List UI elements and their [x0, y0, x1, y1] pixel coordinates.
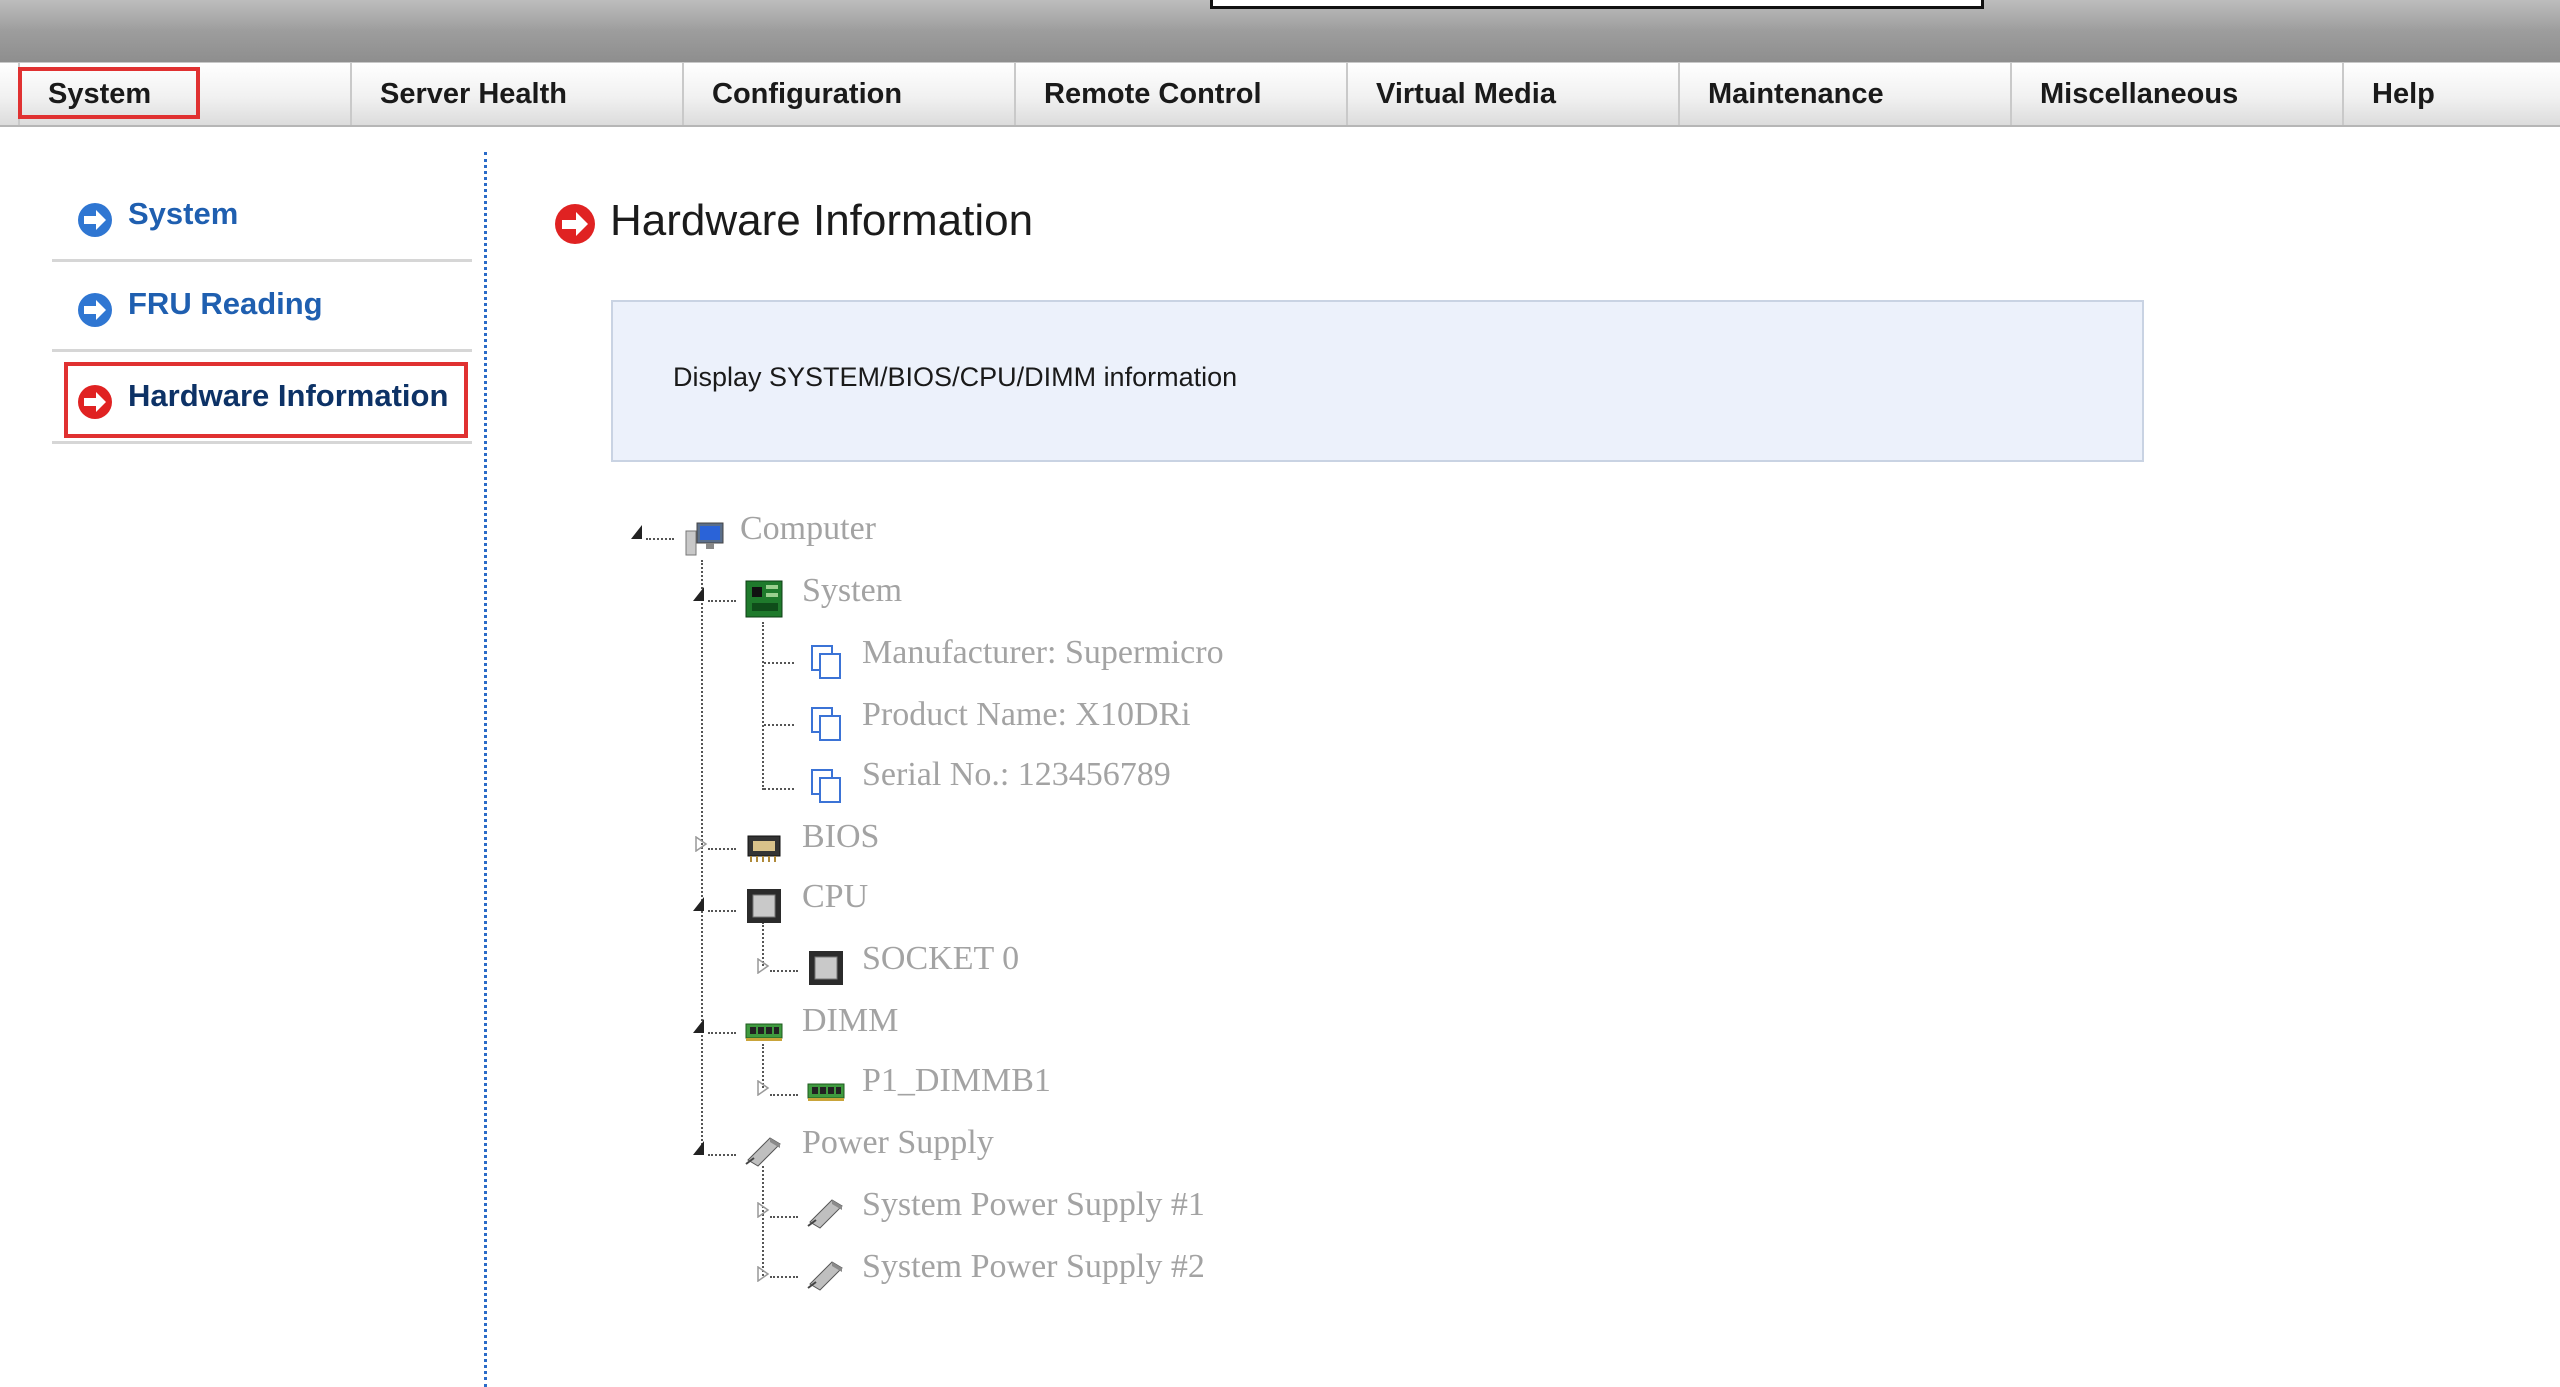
motherboard-icon: [745, 580, 783, 618]
menu-label: Virtual Media: [1376, 78, 1556, 110]
memory-module-icon: [807, 1083, 845, 1101]
tree-node-system[interactable]: System: [802, 572, 902, 610]
collapse-expander[interactable]: [692, 896, 706, 912]
tree-connector: [708, 1032, 736, 1034]
tree-node-bios[interactable]: BIOS: [802, 818, 879, 856]
document-icon: [811, 707, 841, 741]
main-menu-bar: System Server Health Configuration Remot…: [0, 62, 2560, 127]
description-panel: Display SYSTEM/BIOS/CPU/DIMM information: [611, 300, 2144, 462]
menu-label: Remote Control: [1044, 78, 1262, 110]
arrow-right-circle-icon: [78, 203, 112, 237]
tree-node-socket-0[interactable]: SOCKET 0: [862, 940, 1019, 978]
tree-connector: [770, 1094, 798, 1096]
menu-virtual-media[interactable]: Virtual Media: [1346, 63, 1678, 125]
tree-node-manufacturer[interactable]: Manufacturer: Supermicro: [862, 634, 1224, 672]
bios-chip-icon: [747, 835, 781, 862]
document-icon: [811, 645, 841, 679]
expand-expander[interactable]: [756, 957, 770, 975]
top-bar: [0, 0, 2560, 62]
tree-node-computer[interactable]: Computer: [740, 510, 876, 548]
tree-node-product-name[interactable]: Product Name: X10DRi: [862, 696, 1191, 734]
tree-connector: [762, 1166, 764, 1276]
expand-expander[interactable]: [756, 1201, 770, 1219]
menu-label: Help: [2372, 78, 2435, 110]
tree-node-dimm[interactable]: DIMM: [802, 1002, 898, 1040]
tree-connector: [708, 848, 736, 850]
expand-expander[interactable]: [756, 1265, 770, 1283]
power-supply-icon: [745, 1137, 781, 1167]
sidebar-item-label: System: [128, 196, 239, 231]
arrow-right-circle-icon: [555, 204, 595, 244]
document-icon: [811, 769, 841, 803]
cpu-icon: [747, 889, 781, 923]
tree-connector: [770, 1216, 798, 1218]
tree-connector: [762, 622, 764, 790]
power-supply-icon: [807, 1199, 843, 1229]
tree-connector: [701, 560, 703, 1148]
tree-connector: [770, 970, 798, 972]
menu-label: Server Health: [380, 78, 567, 110]
collapse-expander[interactable]: [692, 1018, 706, 1034]
selection-highlight: [64, 362, 468, 438]
menu-configuration[interactable]: Configuration: [682, 63, 1014, 125]
menu-label: Configuration: [712, 78, 903, 110]
sidebar-item-fru-reading[interactable]: FRU Reading: [52, 262, 472, 352]
menu-miscellaneous[interactable]: Miscellaneous: [2010, 63, 2342, 125]
tree-connector: [770, 1276, 798, 1278]
menu-server-health[interactable]: Server Health: [350, 63, 682, 125]
tree-node-p1-dimmb1[interactable]: P1_DIMMB1: [862, 1062, 1051, 1100]
menu-system[interactable]: System: [18, 63, 350, 125]
top-input-field[interactable]: [1210, 0, 1984, 9]
tree-connector: [764, 788, 794, 790]
menu-label: Miscellaneous: [2040, 78, 2239, 110]
cpu-icon: [809, 951, 843, 985]
tree-connector: [764, 724, 794, 726]
arrow-right-circle-icon: [78, 293, 112, 327]
tree-node-psu-1[interactable]: System Power Supply #1: [862, 1186, 1205, 1224]
collapse-expander[interactable]: [630, 524, 644, 540]
power-supply-icon: [807, 1261, 843, 1291]
collapse-expander[interactable]: [692, 586, 706, 602]
sidebar-item-label: FRU Reading: [128, 286, 323, 321]
menu-label: Maintenance: [1708, 78, 1884, 110]
tree-connector: [708, 1154, 736, 1156]
tree-node-power-supply[interactable]: Power Supply: [802, 1124, 994, 1162]
tree-connector: [708, 910, 736, 912]
menu-help[interactable]: Help: [2342, 63, 2560, 125]
tree-connector: [646, 538, 674, 540]
collapse-expander[interactable]: [692, 1140, 706, 1156]
description-text: Display SYSTEM/BIOS/CPU/DIMM information: [673, 362, 1238, 392]
memory-module-icon: [745, 1023, 783, 1041]
expand-expander[interactable]: [756, 1079, 770, 1097]
tree-node-cpu[interactable]: CPU: [802, 878, 868, 916]
tree-connector: [708, 600, 736, 602]
tree-node-psu-2[interactable]: System Power Supply #2: [862, 1248, 1205, 1286]
menu-label: System: [48, 78, 152, 110]
page-title: Hardware Information: [610, 196, 1034, 245]
menu-maintenance[interactable]: Maintenance: [1678, 63, 2010, 125]
sidebar-item-system[interactable]: System: [52, 172, 472, 262]
tree-node-serial-no[interactable]: Serial No.: 123456789: [862, 756, 1171, 794]
computer-icon: [685, 522, 724, 556]
menu-remote-control[interactable]: Remote Control: [1014, 63, 1346, 125]
sidebar-divider: [484, 152, 487, 1387]
tree-connector: [764, 662, 794, 664]
expand-expander[interactable]: [694, 835, 708, 853]
